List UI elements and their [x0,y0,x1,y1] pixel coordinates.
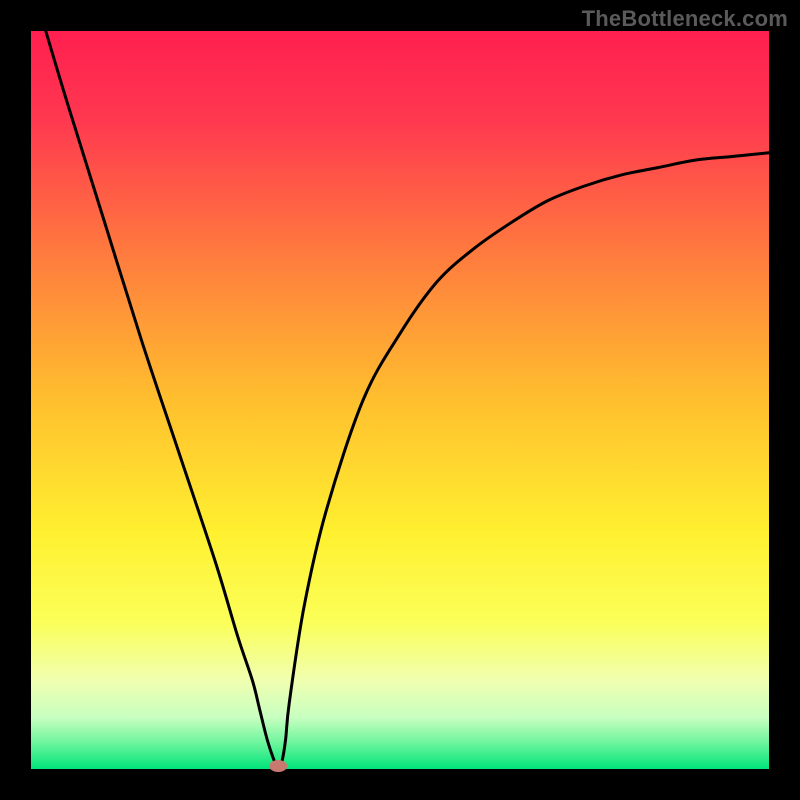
optimum-marker [269,760,287,772]
chart-frame: TheBottleneck.com [0,0,800,800]
bottleneck-chart [0,0,800,800]
watermark-text: TheBottleneck.com [582,6,788,32]
plot-background [31,31,769,769]
